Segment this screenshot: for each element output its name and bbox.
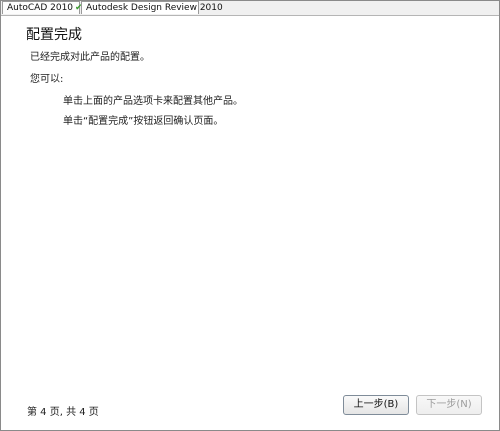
tab-design-review[interactable]: Autodesk Design Review 2010: [81, 1, 223, 14]
option-return-confirm: 单击“配置完成”按钮返回确认页面。: [63, 116, 224, 127]
option-configure-other: 单击上面的产品选项卡来配置其他产品。: [63, 96, 243, 107]
next-button[interactable]: 下一步(N): [416, 395, 482, 415]
product-tab-bar: AutoCAD 2010 ✔ Autodesk Design Review 201…: [1, 1, 499, 16]
page-indicator: 第 4 页, 共 4 页: [27, 407, 99, 418]
page-title: 配置完成: [26, 27, 82, 43]
tab-autocad[interactable]: AutoCAD 2010 ✔: [2, 1, 83, 14]
tab-autocad-label: AutoCAD 2010: [7, 3, 74, 13]
tab-design-review-label: Autodesk Design Review 2010: [86, 3, 223, 13]
previous-button[interactable]: 上一步(B): [343, 395, 409, 415]
you-can-label: 您可以:: [30, 74, 64, 85]
installer-window: AutoCAD 2010 ✔ Autodesk Design Review 201…: [0, 0, 500, 431]
completion-description: 已经完成对此产品的配置。: [30, 52, 150, 63]
